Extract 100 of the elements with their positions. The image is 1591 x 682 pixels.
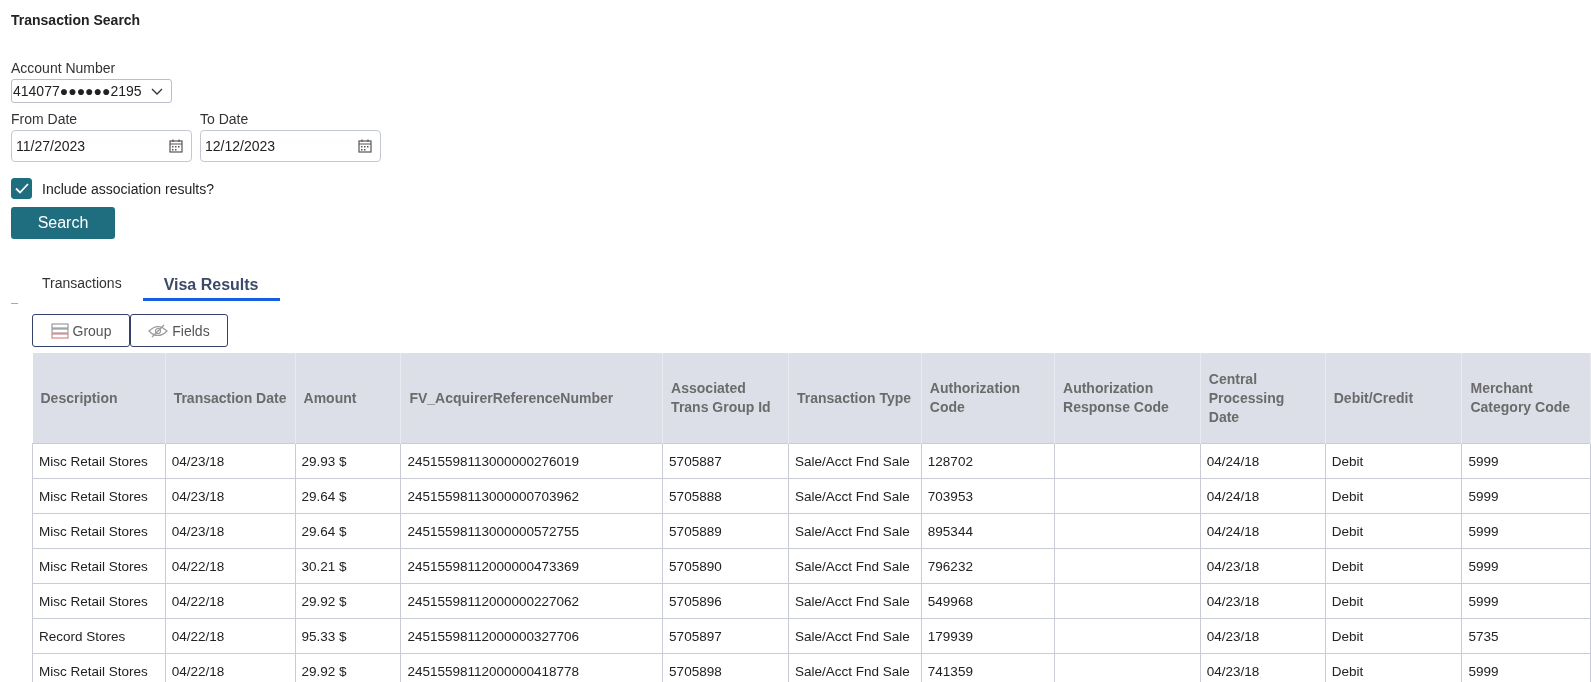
field-label: Account Number	[11, 60, 117, 76]
column-header[interactable]: Transaction Date	[165, 353, 296, 444]
table-cell: Misc Retail Stores	[39, 663, 148, 679]
table-cell: 04/22/18	[171, 628, 225, 644]
table-cell: 04/23/18	[1206, 663, 1260, 679]
table-cell: 5999	[1468, 488, 1499, 504]
table-cell: Sale/Acct Fnd Sale	[795, 488, 910, 504]
column-header[interactable]: Merchant Category Code	[1461, 353, 1591, 444]
table-cell: 5705889	[669, 523, 722, 539]
group-button[interactable]: Group	[32, 314, 130, 347]
table-cell: 703953	[927, 488, 973, 504]
table-cell: 04/23/18	[171, 453, 225, 469]
table-cell: Sale/Acct Fnd Sale	[795, 558, 910, 574]
table-cell: Debit	[1331, 558, 1364, 574]
table-cell: 24515598112000000327706	[407, 628, 580, 644]
table-cell: 04/23/18	[1206, 558, 1260, 574]
column-header[interactable]: Debit/Credit	[1325, 353, 1462, 444]
table-cell: Debit	[1331, 628, 1364, 644]
checkbox-label: Include association results?	[42, 180, 214, 197]
table-cell: Sale/Acct Fnd Sale	[795, 523, 910, 539]
table-cell: 04/23/18	[171, 488, 225, 504]
calendar-icon[interactable]	[169, 139, 183, 153]
table-cell: 5705898	[669, 663, 722, 679]
table-cell: 24515598113000000276019	[407, 453, 580, 469]
table-cell: 741359	[927, 663, 973, 679]
tab[interactable]: Visa Results	[142, 276, 280, 301]
column-header[interactable]: Authorization Code	[921, 353, 1055, 444]
table-cell: 29.92 $	[301, 663, 347, 679]
field-label: From Date	[11, 111, 79, 127]
column-header[interactable]: Authorization Response Code	[1054, 353, 1201, 444]
table-cell: 95.33 $	[301, 628, 347, 644]
table-cell: 29.93 $	[301, 453, 347, 469]
table-cell: 549968	[927, 593, 973, 609]
table-cell: Sale/Acct Fnd Sale	[795, 663, 910, 679]
table-cell: 5705887	[669, 453, 722, 469]
check-icon	[14, 183, 29, 194]
table-cell: 5705896	[669, 593, 722, 609]
checkbox[interactable]	[11, 178, 32, 199]
column-header[interactable]: Amount	[295, 353, 401, 444]
table-cell: Sale/Acct Fnd Sale	[795, 628, 910, 644]
table-cell: 30.21 $	[301, 558, 347, 574]
table-cell: 5999	[1468, 593, 1499, 609]
table-cell: Debit	[1331, 488, 1364, 504]
table-cell: 5999	[1468, 663, 1499, 679]
table-cell: 128702	[927, 453, 973, 469]
table-cell: 04/23/18	[1206, 593, 1260, 609]
table-cell: 5705888	[669, 488, 722, 504]
table-cell: Debit	[1331, 663, 1364, 679]
table-cell: 04/24/18	[1206, 523, 1260, 539]
table-cell: Misc Retail Stores	[39, 453, 148, 469]
table-cell: 5999	[1468, 523, 1499, 539]
table-cell: 5705897	[669, 628, 722, 644]
calendar-icon[interactable]	[358, 139, 372, 153]
search-button[interactable]: Search	[11, 207, 115, 239]
rows-icon	[50, 322, 69, 339]
table-cell: 24515598113000000703962	[407, 488, 580, 504]
table-cell: 04/24/18	[1206, 488, 1260, 504]
date-field[interactable]: 12/12/2023	[200, 130, 381, 162]
eye-slash-icon	[148, 323, 169, 338]
page-title: Transaction Search	[11, 12, 141, 28]
table-cell: 04/24/18	[1206, 453, 1260, 469]
table-cell: 04/22/18	[171, 558, 225, 574]
column-header[interactable]: Description	[32, 353, 166, 444]
table-cell: 895344	[927, 523, 973, 539]
table-cell: Sale/Acct Fnd Sale	[795, 593, 910, 609]
table-cell: Misc Retail Stores	[39, 558, 148, 574]
column-header[interactable]: Transaction Type	[788, 353, 922, 444]
table-cell: 29.92 $	[301, 593, 347, 609]
table-cell: Debit	[1331, 453, 1364, 469]
table-cell: Misc Retail Stores	[39, 593, 148, 609]
field-label: To Date	[200, 111, 250, 127]
table-cell: 796232	[927, 558, 973, 574]
tab[interactable]: Transactions	[21, 275, 143, 301]
table-cell: 5735	[1468, 628, 1499, 644]
table-cell: 29.64 $	[301, 488, 347, 504]
table-cell: Debit	[1331, 593, 1364, 609]
table-cell: 04/22/18	[171, 593, 225, 609]
table-cell: 24515598112000000227062	[407, 593, 580, 609]
table-cell: 04/22/18	[171, 663, 225, 679]
table-cell: Sale/Acct Fnd Sale	[795, 453, 910, 469]
table-cell: 29.64 $	[301, 523, 347, 539]
table-cell: 04/23/18	[171, 523, 225, 539]
fields-button[interactable]: Fields	[130, 314, 228, 347]
table-cell: 24515598113000000572755	[407, 523, 580, 539]
table-cell: Misc Retail Stores	[39, 488, 148, 504]
table-cell: 179939	[927, 628, 973, 644]
table-cell: 04/23/18	[1206, 628, 1260, 644]
chevron-icon	[151, 87, 163, 95]
table-cell: 24515598112000000418778	[407, 663, 580, 679]
account-dropdown[interactable]: 414077●●●●●●2195	[11, 79, 172, 103]
table-cell: Record Stores	[39, 628, 126, 644]
table-cell: 5999	[1468, 558, 1499, 574]
date-field[interactable]: 11/27/2023	[11, 130, 192, 162]
column-header[interactable]: Central Processing Date	[1200, 353, 1326, 444]
table-cell: Misc Retail Stores	[39, 523, 148, 539]
column-header[interactable]: FV_AcquirerReferenceNumber	[400, 353, 663, 444]
column-header[interactable]: Associated Trans Group Id	[662, 353, 789, 444]
table-cell: 24515598112000000473369	[407, 558, 580, 574]
table-cell: Debit	[1331, 523, 1364, 539]
table-cell: 5999	[1468, 453, 1499, 469]
